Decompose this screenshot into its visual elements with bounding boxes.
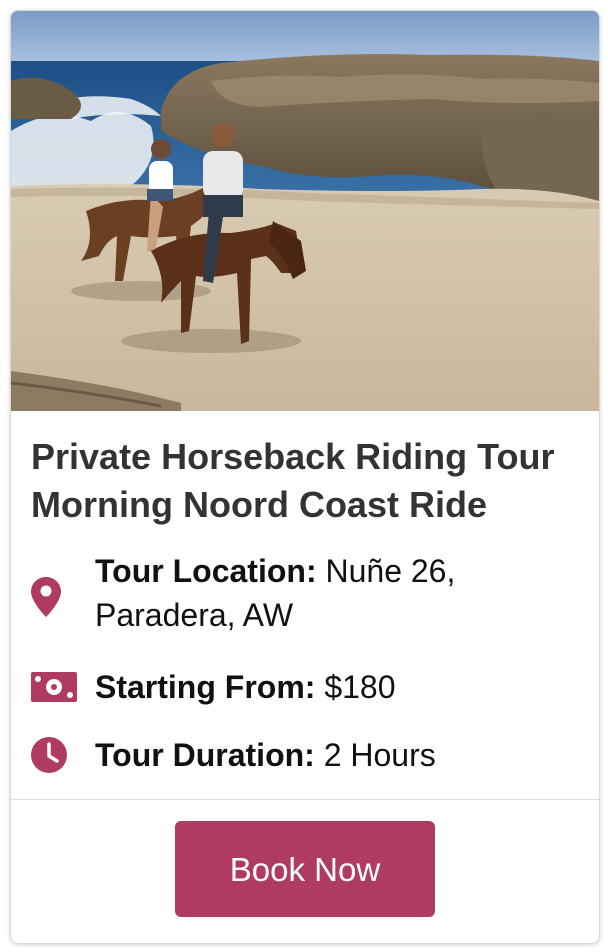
card-divider bbox=[11, 799, 599, 800]
tour-title[interactable]: Private Horseback Riding Tour Morning No… bbox=[31, 433, 579, 529]
tour-location-row: Tour Location: Nuñe 26, Paradera, AW bbox=[31, 549, 565, 637]
tour-price-value: $180 bbox=[324, 669, 396, 705]
tour-photo[interactable] bbox=[11, 11, 599, 411]
tour-card: Private Horseback Riding Tour Morning No… bbox=[10, 10, 600, 944]
tour-duration-text: Tour Duration: 2 Hours bbox=[95, 733, 565, 777]
clock-icon bbox=[31, 733, 79, 773]
tour-duration-label: Tour Duration: bbox=[95, 737, 315, 773]
tour-price-row: Starting From: $180 bbox=[31, 665, 565, 709]
tour-duration-value: 2 Hours bbox=[323, 737, 436, 773]
tour-location-text: Tour Location: Nuñe 26, Paradera, AW bbox=[95, 549, 565, 637]
map-marker-icon bbox=[31, 549, 79, 617]
tour-price-label: Starting From: bbox=[95, 669, 316, 705]
book-now-button[interactable]: Book Now bbox=[175, 821, 435, 917]
tour-location-label: Tour Location: bbox=[95, 553, 317, 589]
tour-details: Private Horseback Riding Tour Morning No… bbox=[31, 411, 579, 529]
tour-price-text: Starting From: $180 bbox=[95, 665, 565, 709]
money-bill-icon bbox=[31, 665, 79, 702]
tour-duration-row: Tour Duration: 2 Hours bbox=[31, 733, 565, 777]
